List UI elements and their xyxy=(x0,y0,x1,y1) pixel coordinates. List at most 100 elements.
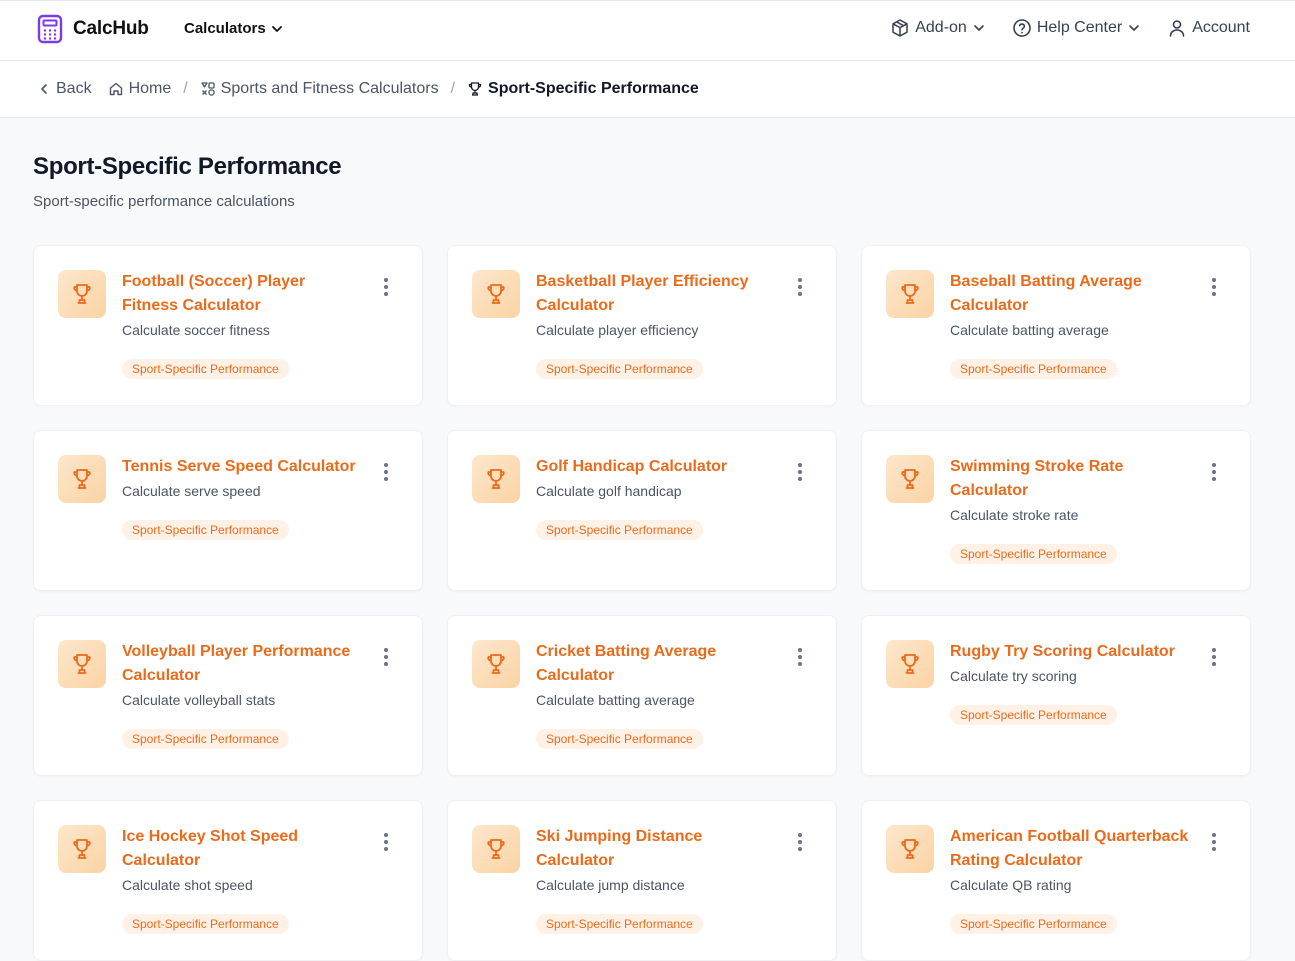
card-description: Calculate jump distance xyxy=(536,877,685,893)
card-title[interactable]: Football (Soccer) Player Fitness Calcula… xyxy=(122,270,362,318)
more-options-icon[interactable] xyxy=(796,648,804,666)
card-description: Calculate volleyball stats xyxy=(122,692,276,708)
category-tag: Sport-Specific Performance xyxy=(950,914,1117,934)
card-description: Calculate golf handicap xyxy=(536,483,682,499)
calculator-card[interactable]: Volleyball Player Performance Calculator… xyxy=(33,615,423,776)
card-icon-tile xyxy=(58,270,106,318)
addon-menu-label: Add-on xyxy=(915,19,967,36)
trophy-icon xyxy=(73,839,91,859)
chevron-down-icon xyxy=(1129,25,1139,31)
category-tag: Sport-Specific Performance xyxy=(950,544,1117,564)
more-options-icon[interactable] xyxy=(796,833,804,851)
more-options-icon[interactable] xyxy=(382,648,390,666)
category-tag: Sport-Specific Performance xyxy=(536,359,703,379)
card-title[interactable]: Volleyball Player Performance Calculator xyxy=(122,640,362,688)
package-icon xyxy=(892,19,908,37)
card-icon-tile xyxy=(472,640,520,688)
card-title[interactable]: Cricket Batting Average Calculator xyxy=(536,640,776,688)
calculator-card-grid: Football (Soccer) Player Fitness Calcula… xyxy=(33,245,1251,961)
more-options-icon[interactable] xyxy=(796,278,804,296)
calculator-card[interactable]: Swimming Stroke Rate Calculator Calculat… xyxy=(861,430,1251,591)
calculator-card[interactable]: Tennis Serve Speed Calculator Calculate … xyxy=(33,430,423,591)
breadcrumb-current-label: Sport-Specific Performance xyxy=(488,80,699,97)
more-options-icon[interactable] xyxy=(1210,463,1218,481)
calculator-card[interactable]: Ski Jumping Distance Calculator Calculat… xyxy=(447,800,837,961)
more-options-icon[interactable] xyxy=(1210,648,1218,666)
card-title[interactable]: American Football Quarterback Rating Cal… xyxy=(950,825,1190,873)
help-circle-icon xyxy=(1013,19,1031,37)
card-title[interactable]: Tennis Serve Speed Calculator xyxy=(122,455,362,479)
card-icon-tile xyxy=(58,455,106,503)
chevron-left-icon xyxy=(41,84,47,94)
category-tag: Sport-Specific Performance xyxy=(536,520,703,540)
addon-menu[interactable]: Add-on xyxy=(890,18,986,38)
trophy-icon xyxy=(901,839,919,859)
card-title[interactable]: Swimming Stroke Rate Calculator xyxy=(950,455,1190,503)
help-center-menu[interactable]: Help Center xyxy=(1012,18,1141,38)
card-title[interactable]: Baseball Batting Average Calculator xyxy=(950,270,1190,318)
back-label: Back xyxy=(56,80,92,97)
card-description: Calculate player efficiency xyxy=(536,322,699,338)
home-icon xyxy=(109,82,122,96)
card-title[interactable]: Golf Handicap Calculator xyxy=(536,455,776,479)
calculator-card[interactable]: Golf Handicap Calculator Calculate golf … xyxy=(447,430,837,591)
trophy-icon xyxy=(73,469,91,489)
breadcrumb-separator: / xyxy=(183,80,188,97)
calculators-menu[interactable]: Calculators xyxy=(184,20,284,37)
breadcrumb-category[interactable]: Sports and Fitness Calculators xyxy=(200,80,439,98)
user-icon xyxy=(1169,20,1185,37)
trophy-icon xyxy=(901,654,919,674)
trophy-icon xyxy=(901,284,919,304)
chevron-down-icon xyxy=(271,25,282,32)
card-icon-tile xyxy=(886,825,934,873)
breadcrumb-category-label: Sports and Fitness Calculators xyxy=(220,80,439,97)
more-options-icon[interactable] xyxy=(382,463,390,481)
card-description: Calculate batting average xyxy=(950,322,1109,338)
trophy-icon xyxy=(487,654,505,674)
calculators-menu-label: Calculators xyxy=(184,20,266,37)
trophy-icon xyxy=(73,654,91,674)
card-icon-tile xyxy=(472,825,520,873)
more-options-icon[interactable] xyxy=(1210,278,1218,296)
more-options-icon[interactable] xyxy=(382,278,390,296)
category-tag: Sport-Specific Performance xyxy=(122,359,289,379)
category-tag: Sport-Specific Performance xyxy=(122,729,289,749)
brand-logo-link[interactable]: CalcHub xyxy=(37,14,149,44)
calculator-card[interactable]: Baseball Batting Average Calculator Calc… xyxy=(861,245,1251,406)
calculator-card[interactable]: American Football Quarterback Rating Cal… xyxy=(861,800,1251,961)
breadcrumb-current: Sport-Specific Performance xyxy=(467,80,699,98)
card-title[interactable]: Ski Jumping Distance Calculator xyxy=(536,825,776,873)
more-options-icon[interactable] xyxy=(382,833,390,851)
trophy-icon xyxy=(73,284,91,304)
calculator-icon xyxy=(37,14,63,44)
chevron-down-icon xyxy=(974,25,984,31)
account-menu[interactable]: Account xyxy=(1167,18,1250,38)
more-options-icon[interactable] xyxy=(796,463,804,481)
calculator-card[interactable]: Cricket Batting Average Calculator Calcu… xyxy=(447,615,837,776)
trophy-icon xyxy=(901,469,919,489)
calculator-card[interactable]: Basketball Player Efficiency Calculator … xyxy=(447,245,837,406)
card-title[interactable]: Ice Hockey Shot Speed Calculator xyxy=(122,825,362,873)
page-subtitle: Sport-specific performance calculations xyxy=(33,193,295,210)
category-tag: Sport-Specific Performance xyxy=(122,520,289,540)
calculator-card[interactable]: Football (Soccer) Player Fitness Calcula… xyxy=(33,245,423,406)
card-icon-tile xyxy=(886,270,934,318)
category-tag: Sport-Specific Performance xyxy=(536,914,703,934)
breadcrumb-home[interactable]: Home xyxy=(108,80,171,98)
trophy-icon xyxy=(487,839,505,859)
shapes-icon xyxy=(201,82,215,96)
help-center-label: Help Center xyxy=(1036,19,1123,36)
breadcrumb-separator: / xyxy=(450,80,456,97)
card-icon-tile xyxy=(472,455,520,503)
card-description: Calculate batting average xyxy=(536,692,695,708)
back-link[interactable]: Back xyxy=(37,80,92,98)
category-tag: Sport-Specific Performance xyxy=(950,705,1117,725)
calculator-card[interactable]: Rugby Try Scoring Calculator Calculate t… xyxy=(861,615,1251,776)
page-title: Sport-Specific Performance xyxy=(33,153,342,180)
more-options-icon[interactable] xyxy=(1210,833,1218,851)
card-title[interactable]: Basketball Player Efficiency Calculator xyxy=(536,270,776,318)
breadcrumb: Back Home / Sports and Fitness Calculato… xyxy=(0,61,1295,118)
card-title[interactable]: Rugby Try Scoring Calculator xyxy=(950,640,1190,664)
card-description: Calculate shot speed xyxy=(122,877,253,893)
calculator-card[interactable]: Ice Hockey Shot Speed Calculator Calcula… xyxy=(33,800,423,961)
